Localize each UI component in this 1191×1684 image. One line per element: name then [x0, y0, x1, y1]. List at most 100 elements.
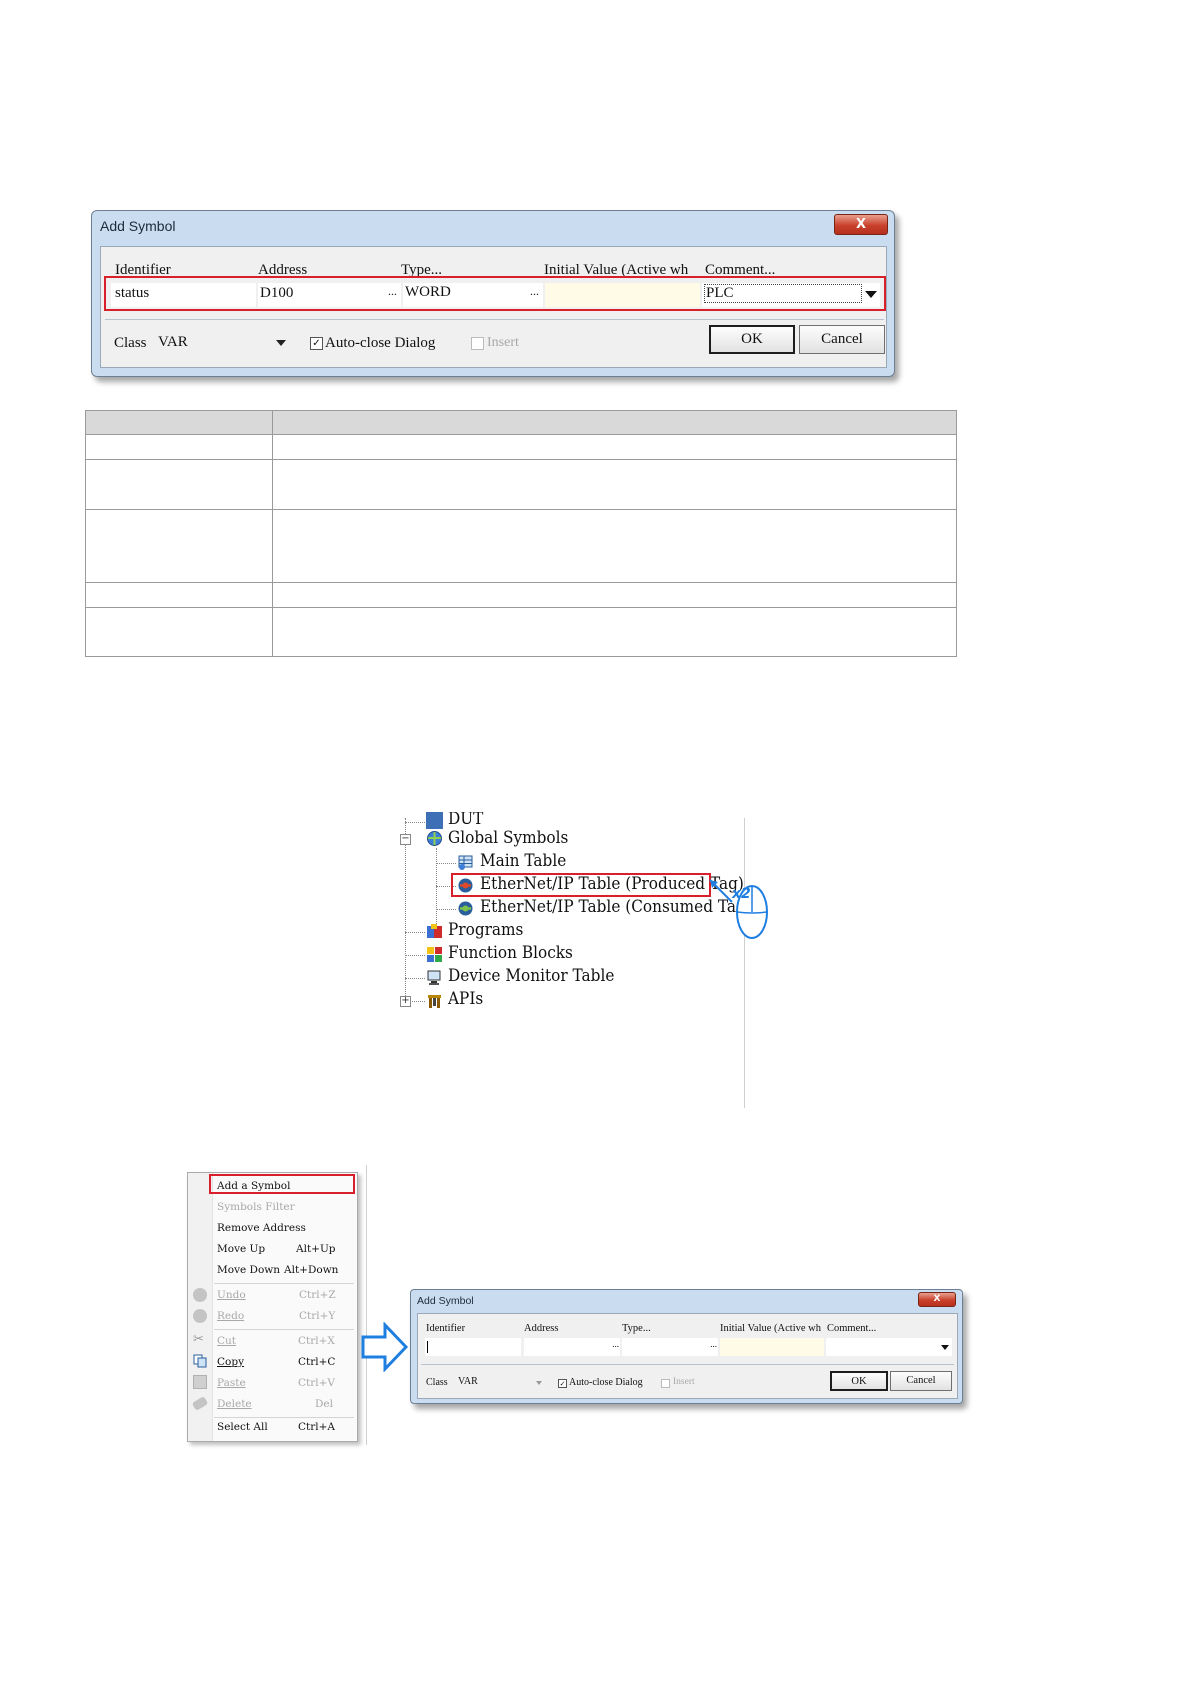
tree-node-programs[interactable]: Programs — [448, 920, 523, 940]
undo-icon — [193, 1288, 207, 1302]
table-cell — [272, 509, 957, 583]
close-button[interactable]: X — [918, 1292, 956, 1307]
ok-button[interactable]: OK — [709, 325, 795, 354]
ethernet-ip-consumed-icon — [457, 900, 474, 917]
menu-item-move-down[interactable]: Move Down — [217, 1264, 280, 1276]
paste-icon — [193, 1375, 207, 1389]
shortcut-undo: Ctrl+Z — [299, 1289, 336, 1301]
comment-field[interactable] — [826, 1338, 952, 1356]
tree-connector — [436, 848, 437, 932]
class-select[interactable]: VAR — [156, 331, 288, 355]
menu-item-paste[interactable]: Paste — [217, 1377, 246, 1389]
scissors-icon: ✂ — [193, 1332, 204, 1347]
tree-node-dut[interactable]: DUT — [448, 809, 483, 829]
table-cell — [85, 459, 273, 510]
tree-connector — [405, 932, 425, 933]
table-cell — [272, 582, 957, 608]
tree-node-apis[interactable]: APIs — [448, 989, 483, 1009]
table-cell — [272, 434, 957, 460]
tree-node-function-blocks[interactable]: Function Blocks — [448, 943, 573, 963]
apis-icon — [426, 992, 443, 1009]
comment-dropdown-icon[interactable] — [941, 1345, 949, 1350]
chevron-down-icon[interactable] — [536, 1381, 542, 1385]
device-monitor-icon — [426, 969, 443, 986]
double-click-badge: x2 — [732, 886, 751, 902]
address-browse-button[interactable]: ... — [612, 1339, 619, 1349]
menu-item-cut[interactable]: Cut — [217, 1335, 236, 1347]
class-value: VAR — [158, 334, 188, 350]
cancel-button[interactable]: Cancel — [890, 1371, 952, 1391]
tree-clip — [400, 798, 745, 812]
tree-connector — [405, 822, 425, 823]
shortcut-delete: Del — [315, 1398, 333, 1410]
menu-item-delete[interactable]: Delete — [217, 1398, 252, 1410]
produced-tag-highlight-box — [451, 873, 711, 897]
right-arrow-icon — [361, 1322, 409, 1372]
menu-item-remove-address[interactable]: Remove Address — [217, 1222, 306, 1234]
shortcut-move-down: Alt+Down — [284, 1264, 339, 1276]
expand-icon[interactable]: + — [400, 996, 411, 1007]
auto-close-checkbox[interactable]: ✓ — [310, 337, 323, 350]
menu-item-select-all[interactable]: Select All — [217, 1421, 268, 1433]
tree-connector — [405, 955, 425, 956]
column-comment[interactable]: Comment... — [827, 1323, 876, 1334]
menu-item-symbols-filter[interactable]: Symbols Filter — [217, 1201, 295, 1213]
table-row — [85, 509, 957, 583]
menu-item-move-up[interactable]: Move Up — [217, 1243, 265, 1255]
ok-button[interactable]: OK — [830, 1371, 888, 1391]
table-cell — [272, 459, 957, 510]
table-cell — [272, 607, 957, 657]
identifier-field[interactable] — [425, 1338, 521, 1356]
menu-item-redo[interactable]: Redo — [217, 1310, 244, 1322]
tree-node-main-table[interactable]: Main Table — [480, 851, 566, 871]
programs-icon — [426, 923, 443, 940]
collapse-icon[interactable]: − — [400, 834, 411, 845]
chevron-down-icon[interactable] — [276, 340, 286, 346]
address-field[interactable]: ... — [524, 1338, 620, 1356]
column-identifier: Identifier — [426, 1323, 466, 1334]
add-symbol-dialog-1: Add Symbol X Identifier Address Type... … — [91, 210, 895, 377]
insert-checkbox[interactable] — [471, 337, 484, 350]
global-symbols-icon — [426, 830, 443, 847]
menu-item-copy[interactable]: Copy — [217, 1356, 244, 1368]
column-initial-value: Initial Value (Active wh — [720, 1323, 821, 1334]
table-cell — [85, 434, 273, 460]
insert-label: Insert — [673, 1377, 695, 1387]
shortcut-select-all: Ctrl+A — [298, 1421, 336, 1433]
table-cell — [85, 410, 273, 435]
initial-value-field[interactable] — [720, 1338, 824, 1356]
class-label: Class — [426, 1377, 448, 1388]
context-menu: Add a Symbol Symbols Filter Remove Addre… — [187, 1172, 358, 1442]
auto-close-label: Auto-close Dialog — [569, 1377, 643, 1388]
class-select[interactable]: VAR — [456, 1374, 544, 1391]
column-address: Address — [524, 1323, 559, 1334]
auto-close-checkbox[interactable]: ✓ — [558, 1379, 567, 1388]
cancel-button[interactable]: Cancel — [799, 325, 885, 354]
auto-close-label: Auto-close Dialog — [325, 335, 436, 351]
shortcut-move-up: Alt+Up — [296, 1243, 336, 1255]
close-button[interactable]: X — [834, 214, 888, 235]
tree-node-global-symbols[interactable]: Global Symbols — [448, 828, 568, 848]
tree-connector — [436, 909, 456, 910]
table-cell — [85, 509, 273, 583]
menu-separator — [214, 1329, 354, 1330]
menu-item-undo[interactable]: Undo — [217, 1289, 246, 1301]
dialog-title: Add Symbol — [417, 1295, 474, 1307]
type-browse-button[interactable]: ... — [710, 1339, 717, 1349]
shortcut-redo: Ctrl+Y — [299, 1310, 336, 1322]
table-cell — [85, 607, 273, 657]
type-field[interactable]: ... — [622, 1338, 718, 1356]
tree-node-device-monitor-table[interactable]: Device Monitor Table — [448, 966, 614, 986]
table-cell — [85, 582, 273, 608]
shortcut-copy: Ctrl+C — [298, 1356, 336, 1368]
tree-connector — [436, 863, 456, 864]
dialog-body: Identifier Address Type... Initial Value… — [417, 1313, 958, 1399]
divider — [105, 319, 884, 320]
table-row — [85, 582, 957, 608]
tree-border — [744, 818, 745, 1108]
divider — [421, 1364, 954, 1365]
insert-checkbox[interactable] — [661, 1379, 670, 1388]
column-type[interactable]: Type... — [622, 1323, 651, 1334]
panel-divider — [366, 1165, 367, 1445]
menu-separator — [214, 1417, 354, 1418]
